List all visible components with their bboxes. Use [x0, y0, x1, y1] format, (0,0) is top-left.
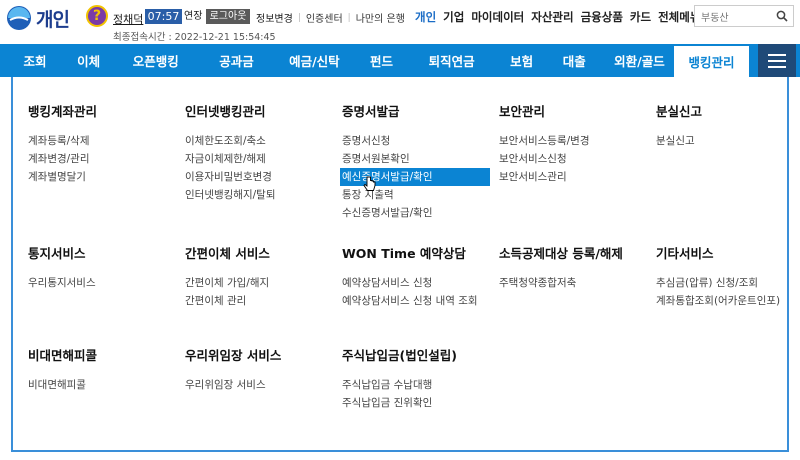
menu-group: 증명서발급 증명서신청 증명서원본확인 예신증명서발급/확인 통장 지출력 수신… — [340, 101, 490, 222]
user-links: 정보변경 | 인증센터 | 나만의 은행 — [256, 10, 405, 26]
submenu-item[interactable]: 보안서비스신청 — [499, 150, 589, 168]
woori-logo-icon — [7, 6, 31, 30]
submenu-item[interactable]: 인터넷뱅킹해지/탈퇴 — [185, 186, 275, 204]
menu-group: 비대면해피콜 비대면해피콜 — [28, 345, 97, 394]
submenu-item[interactable]: 분실신고 — [656, 132, 702, 150]
extend-session-button[interactable]: 연장 — [184, 9, 202, 24]
menu-group: 통지서비스 우리통지서비스 — [28, 243, 96, 292]
submenu-item[interactable]: 계좌통합조회(어카운트인포) — [656, 292, 780, 310]
menu-group: 기타서비스 추심금(압류) 신청/조회 계좌통합조회(어카운트인포) — [656, 243, 780, 310]
group-title[interactable]: 우리위임장 서비스 — [185, 345, 281, 364]
top-nav-business[interactable]: 기업 — [443, 9, 464, 25]
submenu-item[interactable]: 간편이체 가입/해지 — [185, 274, 270, 292]
group-title[interactable]: 증명서발급 — [342, 101, 490, 120]
submenu-item[interactable]: 증명서원본확인 — [342, 150, 490, 168]
main-menu-bar: 조회 이체 오픈뱅킹 공과금 예금/신탁 펀드 퇴직연금 보험 대출 외환/골드… — [0, 44, 800, 77]
submenu-item[interactable]: 추심금(압류) 신청/조회 — [656, 274, 780, 292]
menu-forex[interactable]: 외환/골드 — [605, 44, 673, 77]
submenu-item[interactable]: 예약상담서비스 신청 내역 조회 — [342, 292, 482, 310]
group-title[interactable]: 뱅킹계좌관리 — [28, 101, 97, 120]
logout-button[interactable]: 로그아웃 — [206, 9, 250, 24]
top-header: 개인 ? 정채덕 07:57 연장 로그아웃 정보변경 | 인증센터 | 나만의… — [0, 0, 800, 44]
menu-open-banking[interactable]: 오픈뱅킹 — [107, 44, 204, 77]
menu-group: 소득공제대상 등록/해제 주택청약종합저축 — [499, 243, 623, 292]
info-change-link[interactable]: 정보변경 — [256, 10, 293, 25]
menu-utility[interactable]: 공과금 — [204, 44, 268, 77]
logo[interactable]: 개인 — [6, 5, 70, 31]
search-box — [694, 5, 794, 29]
top-nav: 개인 기업 마이데이터 자산관리 금융상품 카드 전체메뉴 — [415, 9, 707, 25]
menu-insurance[interactable]: 보험 — [500, 44, 543, 77]
menu-group: 간편이체 서비스 간편이체 가입/해지 간편이체 관리 — [185, 243, 270, 310]
menu-pension[interactable]: 퇴직연금 — [403, 44, 500, 77]
group-title[interactable]: 통지서비스 — [28, 243, 96, 262]
menu-group: 주식납입금(법인설립) 주식납입금 수납대행 주식납입금 진위확인 — [342, 345, 457, 412]
group-title[interactable]: 주식납입금(법인설립) — [342, 345, 457, 364]
menu-group: 우리위임장 서비스 우리위임장 서비스 — [185, 345, 281, 394]
menu-inquiry[interactable]: 조회 — [0, 44, 70, 77]
submenu-item[interactable]: 주식납입금 진위확인 — [342, 394, 457, 412]
menu-group: 분실신고 분실신고 — [656, 101, 702, 150]
menu-fund[interactable]: 펀드 — [360, 44, 403, 77]
submenu-item[interactable]: 계좌별명달기 — [28, 168, 97, 186]
cert-center-link[interactable]: 인증센터 — [306, 10, 343, 25]
submenu-item[interactable]: 자금이체제한/해제 — [185, 150, 275, 168]
menu-transfer[interactable]: 이체 — [70, 44, 107, 77]
group-title[interactable]: WON Time 예약상담 — [342, 243, 482, 262]
submenu-item[interactable]: 계좌등록/삭제 — [28, 132, 97, 150]
group-title[interactable]: 비대면해피콜 — [28, 345, 97, 364]
mouse-cursor-icon — [363, 176, 376, 191]
top-nav-card[interactable]: 카드 — [630, 9, 651, 25]
menu-group: 뱅킹계좌관리 계좌등록/삭제 계좌변경/관리 계좌별명달기 — [28, 101, 97, 186]
submenu-item[interactable]: 주택청약종합저축 — [499, 274, 623, 292]
divider: | — [297, 12, 301, 23]
submenu-item[interactable]: 간편이체 관리 — [185, 292, 270, 310]
submenu-item[interactable]: 계좌변경/관리 — [28, 150, 97, 168]
last-access-time: 최종접속시간 : 2022-12-21 15:54:45 — [113, 32, 276, 43]
submenu-item[interactable]: 이용자비밀번호변경 — [185, 168, 275, 186]
group-title[interactable]: 소득공제대상 등록/해제 — [499, 243, 623, 262]
top-nav-asset[interactable]: 자산관리 — [531, 9, 573, 25]
menu-group: 인터넷뱅킹관리 이체한도조회/축소 자금이체제한/해제 이용자비밀번호변경 인터… — [185, 101, 275, 204]
my-bank-link[interactable]: 나만의 은행 — [356, 10, 405, 25]
submenu-item[interactable]: 예약상담서비스 신청 — [342, 274, 482, 292]
group-title[interactable]: 분실신고 — [656, 101, 702, 120]
search-icon[interactable] — [776, 10, 788, 22]
group-title[interactable]: 간편이체 서비스 — [185, 243, 270, 262]
session-timer: 07:57 — [145, 9, 182, 24]
submenu-item[interactable]: 증명서신청 — [342, 132, 490, 150]
submenu-item[interactable]: 주식납입금 수납대행 — [342, 376, 457, 394]
submenu-item[interactable]: 우리위임장 서비스 — [185, 376, 281, 394]
menu-group: 보안관리 보안서비스등록/변경 보안서비스신청 보안서비스관리 — [499, 101, 589, 186]
mega-menu-panel: 뱅킹계좌관리 계좌등록/삭제 계좌변경/관리 계좌별명달기 인터넷뱅킹관리 이체… — [11, 77, 789, 452]
submenu-item[interactable]: 보안서비스등록/변경 — [499, 132, 589, 150]
menu-deposit[interactable]: 예금/신탁 — [269, 44, 360, 77]
submenu-item[interactable]: 보안서비스관리 — [499, 168, 589, 186]
group-title[interactable]: 인터넷뱅킹관리 — [185, 101, 275, 120]
menu-loan[interactable]: 대출 — [543, 44, 605, 77]
top-nav-personal[interactable]: 개인 — [415, 9, 436, 25]
group-title[interactable]: 보안관리 — [499, 101, 589, 120]
submenu-item[interactable]: 비대면해피콜 — [28, 376, 97, 394]
top-nav-products[interactable]: 금융상품 — [581, 9, 623, 25]
submenu-item[interactable]: 수신증명서발급/확인 — [342, 204, 490, 222]
submenu-item[interactable]: 우리통지서비스 — [28, 274, 96, 292]
divider: | — [347, 12, 351, 23]
top-nav-mydata[interactable]: 마이데이터 — [471, 9, 524, 25]
hamburger-menu-icon[interactable] — [758, 44, 796, 77]
user-name-link[interactable]: 정채덕 — [113, 11, 143, 27]
menu-banking-mgmt[interactable]: 뱅킹관리 — [673, 44, 750, 77]
menu-group: WON Time 예약상담 예약상담서비스 신청 예약상담서비스 신청 내역 조… — [342, 243, 482, 310]
search-input[interactable] — [695, 8, 770, 29]
submenu-item[interactable]: 이체한도조회/축소 — [185, 132, 275, 150]
logo-text: 개인 — [36, 8, 70, 31]
user-avatar-icon[interactable]: ? — [86, 5, 108, 27]
group-title[interactable]: 기타서비스 — [656, 243, 780, 262]
